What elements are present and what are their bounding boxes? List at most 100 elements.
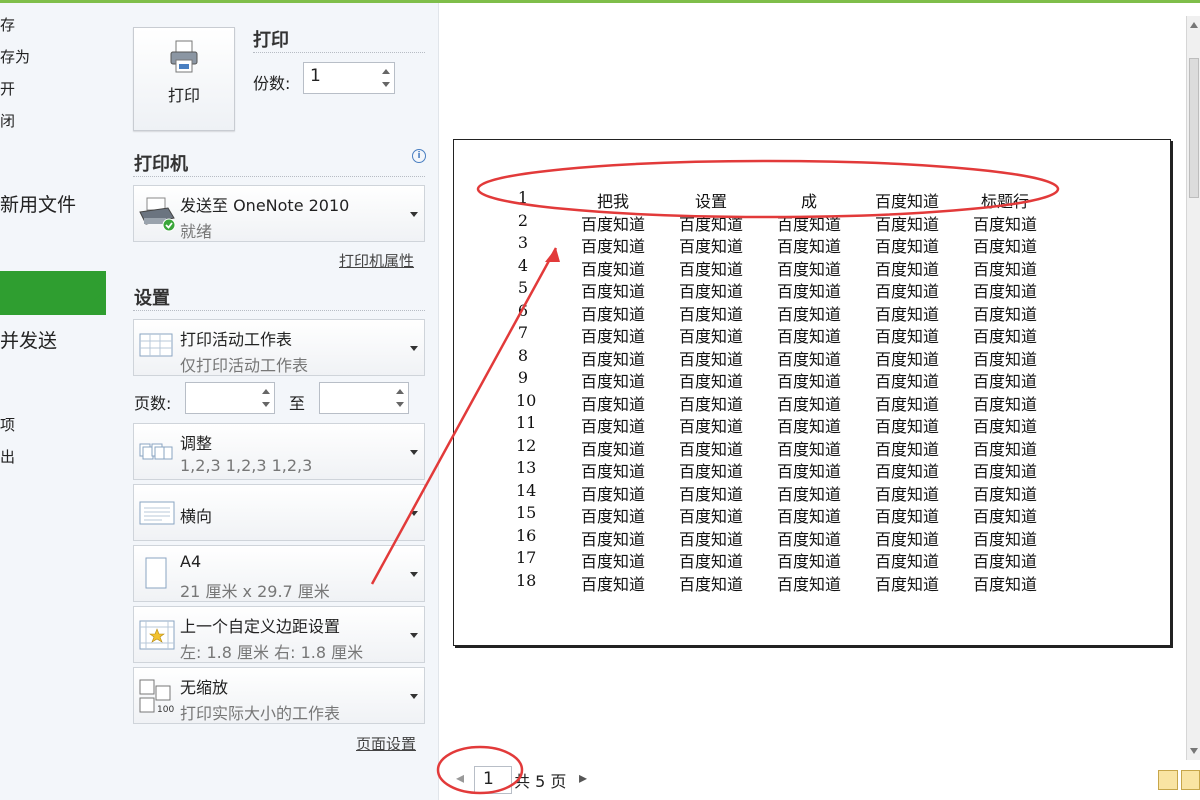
- scroll-up-icon[interactable]: [1190, 22, 1198, 28]
- row-number: 11: [516, 413, 537, 432]
- data-cell: 百度知道: [972, 507, 1037, 526]
- printer-select[interactable]: 发送至 OneNote 2010 就绪: [133, 185, 425, 242]
- data-cell: 百度知道: [874, 304, 939, 324]
- row-number: 18: [516, 570, 537, 590]
- pages-label: 页数:: [134, 394, 172, 413]
- nav-item-close[interactable]: 闭: [0, 110, 15, 131]
- stepper-up-icon[interactable]: [396, 389, 404, 394]
- data-cell: 百度知道: [678, 237, 743, 256]
- data-cell: 百度知道: [972, 439, 1037, 459]
- stepper-down-icon[interactable]: [262, 402, 270, 407]
- row-number: 12: [516, 435, 537, 455]
- data-cell: 百度知道: [972, 304, 1037, 324]
- scroll-thumb[interactable]: [1189, 58, 1199, 198]
- print-button-label: 打印: [167, 86, 200, 105]
- data-cell: 百度知道: [776, 507, 841, 526]
- scaling-title: 无缩放: [180, 678, 229, 697]
- row-number: 5: [517, 278, 529, 297]
- stepper-down-icon[interactable]: [396, 402, 404, 407]
- data-cell: 百度知道: [972, 484, 1037, 504]
- data-cell: 百度知道: [972, 327, 1037, 346]
- print-scope-select[interactable]: 打印活动工作表 仅打印活动工作表: [133, 319, 425, 376]
- row-number: 15: [516, 503, 537, 522]
- data-cell: 百度知道: [678, 394, 743, 414]
- row-number: 2: [517, 210, 529, 230]
- data-cell: 百度知道: [972, 394, 1037, 414]
- row-number: 6: [517, 300, 529, 320]
- collate-subtitle: 1,2,3 1,2,3 1,2,3: [180, 456, 313, 475]
- pages-from-input[interactable]: [185, 382, 275, 414]
- data-cell: 百度知道: [776, 484, 841, 504]
- data-cell: 百度知道: [874, 394, 939, 414]
- scaling-select[interactable]: 100 无缩放 打印实际大小的工作表: [133, 667, 425, 724]
- data-cell: 百度知道: [776, 327, 841, 346]
- divider: [253, 52, 425, 53]
- pages-to-input[interactable]: [319, 382, 409, 414]
- data-cell: 百度知道: [580, 574, 645, 594]
- row-number: 14: [516, 480, 537, 500]
- zoom-to-page-button[interactable]: [1181, 770, 1200, 790]
- chevron-down-icon: [410, 212, 418, 217]
- copies-stepper[interactable]: 1: [303, 62, 395, 94]
- nav-item-print-active[interactable]: [0, 271, 106, 315]
- row-number: 17: [516, 548, 537, 567]
- data-cell: 百度知道: [776, 259, 841, 279]
- divider: [133, 176, 425, 177]
- row-number: 4: [517, 255, 529, 275]
- stepper-up-icon[interactable]: [262, 389, 270, 394]
- data-cell: 百度知道: [678, 417, 743, 436]
- show-margins-button[interactable]: [1158, 770, 1178, 790]
- data-cell: 百度知道: [972, 552, 1037, 571]
- data-cell: 百度知道: [776, 574, 841, 594]
- collate-title: 调整: [180, 434, 213, 453]
- data-cell: 百度知道: [776, 237, 841, 256]
- nav-item-save-as[interactable]: 存为: [0, 46, 30, 67]
- next-page-icon[interactable]: ▸: [579, 768, 587, 787]
- preview-scrollbar[interactable]: [1186, 16, 1200, 760]
- nav-item-options[interactable]: 项: [0, 414, 15, 435]
- printer-properties-link[interactable]: 打印机属性: [339, 250, 414, 271]
- chevron-down-icon: [410, 572, 418, 577]
- data-cell: 百度知道: [776, 282, 841, 301]
- data-cell: 百度知道: [678, 484, 743, 504]
- scaling-subtitle: 打印实际大小的工作表: [180, 704, 341, 723]
- backstage-nav: 存 存为 开 闭 新用文件 并发送 项 出: [0, 3, 107, 800]
- data-cell: 百度知道: [580, 372, 645, 391]
- orientation-select[interactable]: 横向: [133, 484, 425, 541]
- info-icon[interactable]: i: [412, 149, 426, 163]
- nav-item-recent[interactable]: 新用文件: [0, 190, 76, 217]
- print-button[interactable]: 打印: [133, 27, 235, 131]
- margins-select[interactable]: 上一个自定义边距设置 左: 1.8 厘米 右: 1.8 厘米: [133, 606, 425, 663]
- current-page-input[interactable]: 1: [474, 766, 512, 794]
- data-cell: 百度知道: [874, 484, 939, 504]
- data-cell: 百度知道: [874, 372, 939, 391]
- data-cell: 百度知道: [776, 462, 841, 481]
- chevron-down-icon: [410, 511, 418, 516]
- data-cell: 百度知道: [972, 237, 1037, 256]
- paper-size-select[interactable]: A4 21 厘米 x 29.7 厘米: [133, 545, 425, 602]
- nav-item-save-send[interactable]: 并发送: [0, 326, 57, 353]
- stepper-up-icon[interactable]: [382, 69, 390, 74]
- prev-page-icon[interactable]: ◂: [456, 768, 464, 787]
- page-setup-link[interactable]: 页面设置: [356, 733, 416, 754]
- scroll-down-icon[interactable]: [1190, 748, 1198, 754]
- copies-label: 份数:: [253, 74, 291, 93]
- paper-size-title: A4: [180, 552, 202, 571]
- chevron-down-icon: [410, 450, 418, 455]
- printer-status: 就绪: [180, 222, 213, 241]
- data-cell: 百度知道: [972, 214, 1037, 234]
- nav-item-save[interactable]: 存: [0, 14, 15, 35]
- data-cell: 百度知道: [874, 259, 939, 279]
- row-number: 8: [517, 345, 529, 365]
- row-number: 9: [517, 368, 529, 387]
- data-cell: 百度知道: [678, 327, 743, 346]
- printer-section-title: 打印机: [134, 154, 188, 175]
- collate-select[interactable]: 调整 1,2,3 1,2,3 1,2,3: [133, 423, 425, 480]
- nav-item-open[interactable]: 开: [0, 78, 15, 99]
- nav-item-exit[interactable]: 出: [0, 446, 15, 467]
- row-number: 10: [516, 390, 537, 410]
- data-cell: 百度知道: [678, 259, 743, 279]
- data-cell: 百度知道: [874, 237, 939, 256]
- data-cell: 百度知道: [678, 349, 743, 369]
- stepper-down-icon[interactable]: [382, 82, 390, 87]
